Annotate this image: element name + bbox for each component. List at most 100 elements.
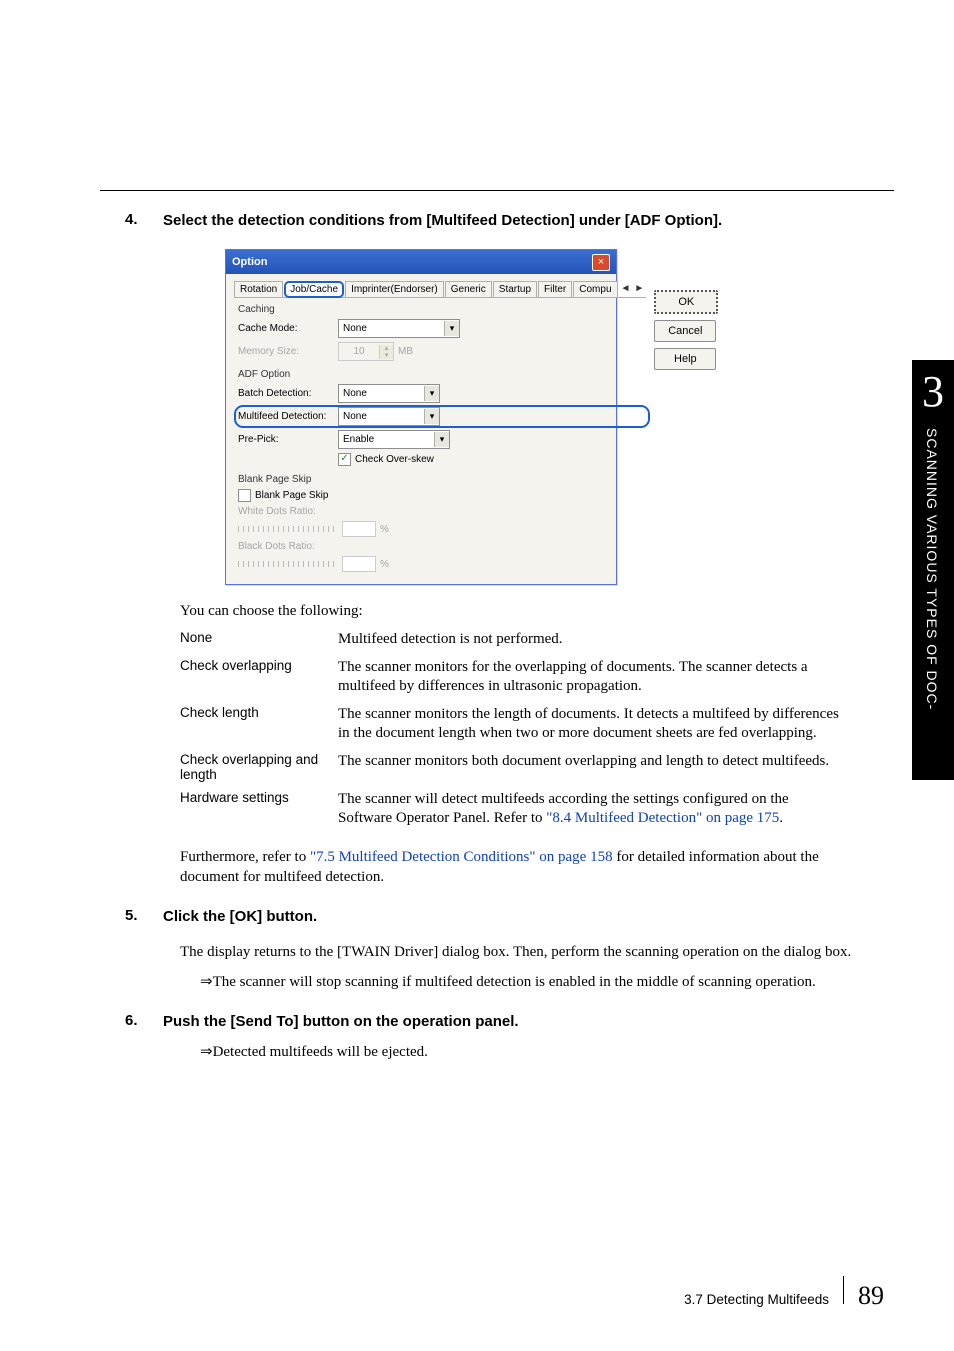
dialog-tabs: Rotation Job/Cache Imprinter(Endorser) G…: [234, 280, 646, 298]
tab-imprinter[interactable]: Imprinter(Endorser): [345, 281, 444, 297]
step-6: 6. Push the [Send To] button on the oper…: [125, 1012, 854, 1032]
group-blank-title: Blank Page Skip: [238, 474, 646, 485]
memory-unit: MB: [398, 346, 413, 357]
choice-desc: The scanner monitors the length of docum…: [338, 701, 854, 748]
step-5-result: ⇒The scanner will stop scanning if multi…: [200, 972, 854, 992]
choice-desc: The scanner will detect multifeeds accor…: [338, 786, 854, 833]
tab-jobcache[interactable]: Job/Cache: [284, 281, 344, 298]
choice-desc: The scanner monitors both document overl…: [338, 748, 854, 786]
link-8-4[interactable]: "8.4 Multifeed Detection" on page 175: [546, 810, 779, 826]
pct: %: [380, 524, 389, 535]
choice-desc: The scanner monitors for the overlapping…: [338, 654, 854, 701]
step-4: 4. Select the detection conditions from …: [125, 211, 854, 231]
blank-page-skip-check[interactable]: Blank Page Skip: [238, 489, 328, 502]
tab-generic[interactable]: Generic: [445, 281, 492, 297]
tab-filter[interactable]: Filter: [538, 281, 572, 297]
prepick-label: Pre-Pick:: [238, 434, 338, 445]
ok-button[interactable]: OK: [654, 290, 718, 314]
batch-detection-combo[interactable]: None ▾: [338, 384, 440, 403]
step-4-num: 4.: [125, 211, 163, 231]
step-6-result: ⇒Detected multifeeds will be ejected.: [200, 1042, 854, 1062]
choice-key: Check overlapping: [180, 654, 338, 701]
close-icon[interactable]: ×: [592, 254, 610, 271]
checkbox-unchecked-icon: [238, 489, 251, 502]
chevron-down-icon: ▾: [444, 321, 459, 336]
blank-page-skip-label: Blank Page Skip: [255, 490, 328, 501]
tab-startup[interactable]: Startup: [493, 281, 537, 297]
memory-size-label: Memory Size:: [238, 346, 338, 357]
choice-key: Check length: [180, 701, 338, 748]
multifeed-row: Multifeed Detection: None ▾: [238, 407, 646, 426]
white-dots-value: [342, 521, 376, 537]
table-row: Hardware settings The scanner will detec…: [180, 786, 854, 833]
step-4-text: Select the detection conditions from [Mu…: [163, 211, 854, 231]
check-overskew[interactable]: ✓ Check Over-skew: [338, 453, 434, 466]
chevron-down-icon: ▾: [424, 409, 439, 424]
choice-desc: Multifeed detection is not performed.: [338, 626, 854, 654]
tabs-scroll-left-icon[interactable]: ◄: [619, 283, 633, 294]
cache-mode-label: Cache Mode:: [238, 323, 338, 334]
step-6-num: 6.: [125, 1012, 163, 1032]
multifeed-detection-value: None: [339, 411, 424, 422]
further-note: Furthermore, refer to "7.5 Multifeed Det…: [180, 847, 854, 888]
group-adf-title: ADF Option: [238, 369, 646, 380]
step-6-text: Push the [Send To] button on the operati…: [163, 1012, 854, 1032]
white-dots-slider: [238, 526, 338, 532]
cache-mode-combo[interactable]: None ▾: [338, 319, 460, 338]
multifeed-detection-label: Multifeed Detection:: [238, 411, 338, 422]
group-adf: ADF Option Batch Detection: None ▾ Multi…: [234, 367, 646, 468]
tab-compu[interactable]: Compu: [573, 281, 617, 297]
step-5: 5. Click the [OK] button.: [125, 907, 854, 927]
tab-rotation[interactable]: Rotation: [234, 281, 283, 297]
choices-intro: You can choose the following:: [180, 603, 854, 620]
white-dots-label: White Dots Ratio:: [238, 506, 338, 517]
batch-detection-value: None: [339, 388, 424, 399]
table-row: Check overlapping The scanner monitors f…: [180, 654, 854, 701]
dialog-titlebar: Option ×: [226, 250, 616, 274]
cache-mode-value: None: [339, 323, 444, 334]
step-5-num: 5.: [125, 907, 163, 927]
chapter-side-tab: 3 SCANNING VARIOUS TYPES OF DOC-: [912, 360, 954, 780]
cancel-button[interactable]: Cancel: [654, 320, 716, 342]
footer-page-number: 89: [858, 1281, 884, 1311]
overskew-label: Check Over-skew: [355, 454, 434, 465]
memory-size-spinner: 10 ▴▾: [338, 342, 394, 361]
table-row: None Multifeed detection is not performe…: [180, 626, 854, 654]
choice-key: Check overlapping and length: [180, 748, 338, 786]
page-footer: 3.7 Detecting Multifeeds 89: [100, 1276, 884, 1311]
dialog-title: Option: [232, 256, 267, 268]
footer-section: 3.7 Detecting Multifeeds: [684, 1292, 829, 1307]
group-blank: Blank Page Skip Blank Page Skip White Do…: [234, 472, 646, 574]
tabs-scroll-right-icon[interactable]: ►: [632, 283, 646, 294]
black-dots-value: [342, 556, 376, 572]
chapter-number: 3: [912, 366, 954, 417]
group-caching-title: Caching: [238, 304, 646, 315]
help-button[interactable]: Help: [654, 348, 716, 370]
black-dots-label: Black Dots Ratio:: [238, 541, 338, 552]
pct: %: [380, 559, 389, 570]
group-caching: Caching Cache Mode: None ▾ Memory Size:: [234, 302, 646, 363]
multifeed-detection-combo[interactable]: None ▾: [338, 407, 440, 426]
black-dots-slider: [238, 561, 338, 567]
hw-desc-post: .: [779, 810, 783, 826]
choice-key: None: [180, 626, 338, 654]
dialog-screenshot: Option × Rotation Job/Cache Imprinter(En…: [225, 249, 854, 585]
choice-key: Hardware settings: [180, 786, 338, 833]
step-5-text: Click the [OK] button.: [163, 907, 854, 927]
table-row: Check overlapping and length The scanner…: [180, 748, 854, 786]
step-5-body: The display returns to the [TWAIN Driver…: [180, 942, 854, 962]
prepick-value: Enable: [339, 434, 434, 445]
chevron-down-icon: ▾: [424, 386, 439, 401]
footer-divider: [843, 1276, 844, 1304]
chapter-vertical-label: SCANNING VARIOUS TYPES OF DOC-: [924, 428, 940, 768]
further-pre: Furthermore, refer to: [180, 849, 310, 865]
checkbox-checked-icon: ✓: [338, 453, 351, 466]
option-dialog: Option × Rotation Job/Cache Imprinter(En…: [225, 249, 617, 585]
batch-detection-label: Batch Detection:: [238, 388, 338, 399]
choices-table: None Multifeed detection is not performe…: [180, 626, 854, 833]
link-7-5[interactable]: "7.5 Multifeed Detection Conditions" on …: [310, 849, 613, 865]
table-row: Check length The scanner monitors the le…: [180, 701, 854, 748]
memory-size-value: 10: [339, 346, 379, 357]
prepick-combo[interactable]: Enable ▾: [338, 430, 450, 449]
chevron-down-icon: ▾: [434, 432, 449, 447]
